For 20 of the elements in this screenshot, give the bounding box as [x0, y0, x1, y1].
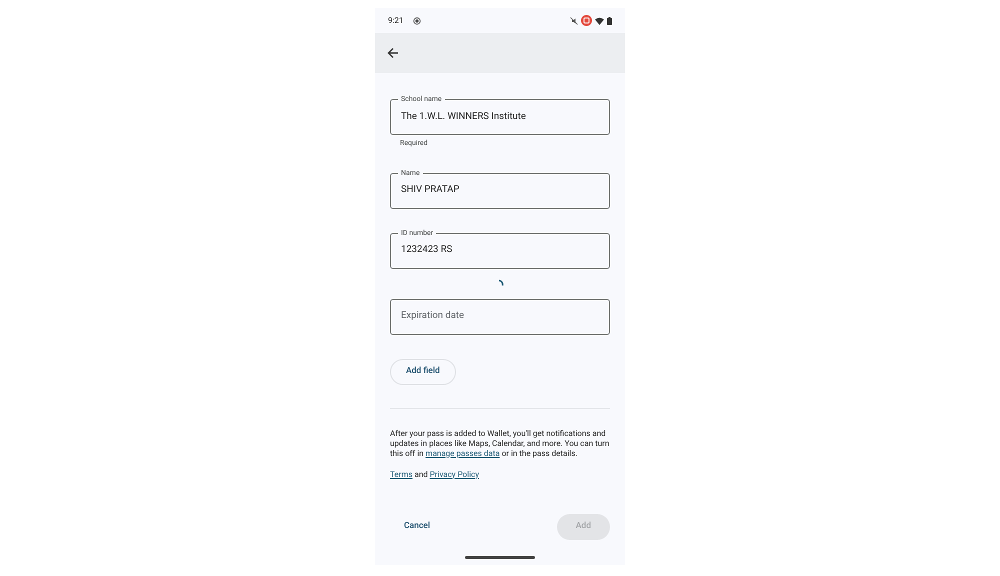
status-time: 9:21: [388, 14, 404, 26]
secondary-action-button[interactable]: Cancel: [390, 514, 444, 540]
link[interactable]: Privacy Policy: [430, 470, 479, 478]
legal-text: and: [413, 470, 429, 478]
record-badge-icon: [581, 15, 592, 26]
field-value: SHIV PRATAP: [401, 183, 460, 198]
notice-text: After your pass is added to Wallet, you'll get notifications and updates in places like Maps, Calendar, and more. You can turn this off in manage passes data or in the pass details.: [390, 428, 610, 458]
link[interactable]: Terms: [390, 470, 412, 478]
home-indicator: [465, 556, 535, 559]
add-field-button[interactable]: Add field: [390, 358, 456, 384]
field-placeholder: Expiration date: [401, 309, 464, 324]
back-icon[interactable]: [387, 47, 399, 59]
battery-icon: [607, 16, 612, 24]
text-field[interactable]: Expiration date: [390, 298, 610, 334]
record-icon: [413, 16, 422, 24]
mute-icon: [570, 16, 578, 24]
field-value: 1232423 RS: [401, 243, 452, 258]
link[interactable]: manage passes data: [426, 448, 500, 458]
field-value: The 1.W.L. WINNERS Institute: [401, 110, 526, 124]
wifi-icon: [595, 16, 604, 24]
